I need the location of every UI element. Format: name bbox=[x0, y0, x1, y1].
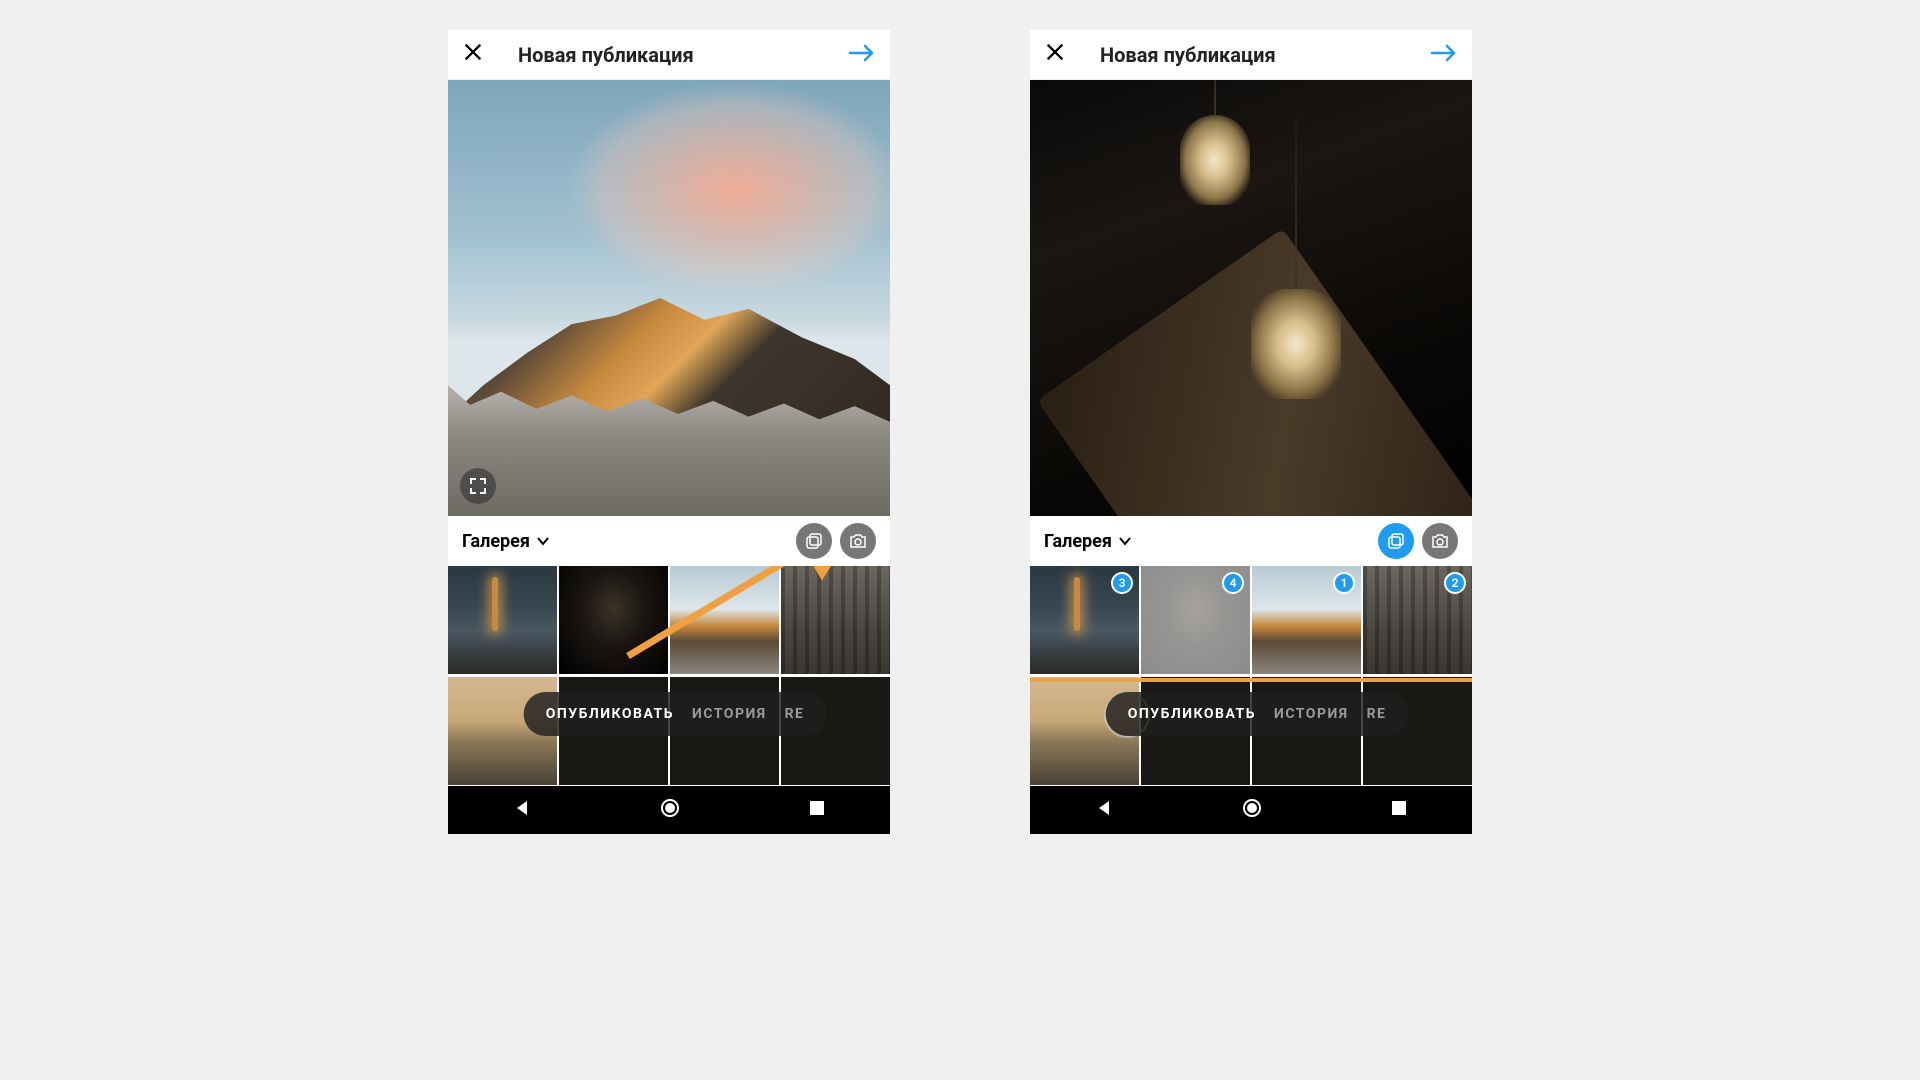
camera-button[interactable] bbox=[840, 523, 876, 559]
gallery-thumb[interactable] bbox=[781, 566, 890, 674]
mode-reels[interactable]: RE bbox=[1367, 706, 1387, 722]
source-row: Галерея bbox=[448, 516, 890, 566]
mode-publish[interactable]: ОПУБЛИКОВАТЬ bbox=[1128, 706, 1256, 722]
selection-order-badge: 4 bbox=[1222, 572, 1244, 594]
nav-home[interactable] bbox=[1242, 798, 1262, 822]
arrow-right-icon bbox=[848, 43, 876, 63]
page-title: Новая публикация bbox=[492, 43, 848, 67]
gallery-grid: ОПУБЛИКОВАТЬ ИСТОРИЯ RE bbox=[448, 566, 890, 786]
android-navbar bbox=[1030, 786, 1472, 834]
multiselect-toggle[interactable] bbox=[796, 523, 832, 559]
chevron-down-icon bbox=[536, 536, 550, 546]
selection-order-badge: 1 bbox=[1333, 572, 1355, 594]
gallery-dropdown[interactable]: Галерея bbox=[1044, 531, 1132, 552]
camera-icon bbox=[849, 533, 867, 549]
page-title: Новая публикация bbox=[1074, 43, 1430, 67]
camera-button[interactable] bbox=[1422, 523, 1458, 559]
close-icon bbox=[462, 41, 484, 63]
square-recent-icon bbox=[809, 800, 825, 816]
mode-story[interactable]: ИСТОРИЯ bbox=[692, 706, 767, 722]
triangle-back-icon bbox=[513, 799, 531, 817]
preview-image[interactable] bbox=[448, 80, 890, 516]
mode-story[interactable]: ИСТОРИЯ bbox=[1274, 706, 1349, 722]
gallery-grid: 3 4 1 2 ОПУБЛИКОВАТЬ ИСТОРИЯ RE bbox=[1030, 566, 1472, 786]
multiselect-toggle[interactable] bbox=[1378, 523, 1414, 559]
expand-icon bbox=[470, 478, 486, 494]
android-navbar bbox=[448, 786, 890, 834]
header: Новая публикация bbox=[448, 30, 890, 80]
camera-icon bbox=[1431, 533, 1449, 549]
gallery-thumb[interactable] bbox=[670, 566, 779, 674]
nav-recent[interactable] bbox=[809, 800, 825, 820]
expand-crop-button[interactable] bbox=[460, 468, 496, 504]
nav-home[interactable] bbox=[660, 798, 680, 822]
triangle-back-icon bbox=[1095, 799, 1113, 817]
next-button[interactable] bbox=[848, 41, 876, 69]
gallery-thumb[interactable] bbox=[559, 566, 668, 674]
nav-back[interactable] bbox=[1095, 799, 1113, 821]
selection-order-badge: 3 bbox=[1111, 572, 1133, 594]
phone-left: Новая публикация Галерея bbox=[448, 30, 890, 834]
nav-recent[interactable] bbox=[1391, 800, 1407, 820]
gallery-label: Галерея bbox=[462, 531, 530, 552]
square-recent-icon bbox=[1391, 800, 1407, 816]
gallery-thumb[interactable]: 2 bbox=[1363, 566, 1472, 674]
header: Новая публикация bbox=[1030, 30, 1472, 80]
arrow-right-icon bbox=[1430, 43, 1458, 63]
close-button[interactable] bbox=[1044, 40, 1074, 70]
close-button[interactable] bbox=[462, 40, 492, 70]
close-icon bbox=[1044, 41, 1066, 63]
stack-icon bbox=[805, 532, 823, 550]
mode-selector: ОПУБЛИКОВАТЬ ИСТОРИЯ RE bbox=[524, 692, 827, 736]
chevron-down-icon bbox=[1118, 536, 1132, 546]
mode-selector: ОПУБЛИКОВАТЬ ИСТОРИЯ RE bbox=[1106, 692, 1409, 736]
mode-publish[interactable]: ОПУБЛИКОВАТЬ bbox=[546, 706, 674, 722]
gallery-thumb[interactable]: 4 bbox=[1141, 566, 1250, 674]
stack-icon bbox=[1387, 532, 1405, 550]
preview-image[interactable] bbox=[1030, 80, 1472, 516]
nav-back[interactable] bbox=[513, 799, 531, 821]
gallery-thumb[interactable]: 3 bbox=[1030, 566, 1139, 674]
selection-order-badge: 2 bbox=[1444, 572, 1466, 594]
gallery-thumb[interactable]: 1 bbox=[1252, 566, 1361, 674]
phone-right: Новая публикация Галерея 3 4 1 bbox=[1030, 30, 1472, 834]
gallery-label: Галерея bbox=[1044, 531, 1112, 552]
next-button[interactable] bbox=[1430, 41, 1458, 69]
gallery-dropdown[interactable]: Галерея bbox=[462, 531, 550, 552]
circle-home-icon bbox=[1242, 798, 1262, 818]
circle-home-icon bbox=[660, 798, 680, 818]
gallery-thumb[interactable] bbox=[448, 566, 557, 674]
source-row: Галерея bbox=[1030, 516, 1472, 566]
mode-reels[interactable]: RE bbox=[785, 706, 805, 722]
